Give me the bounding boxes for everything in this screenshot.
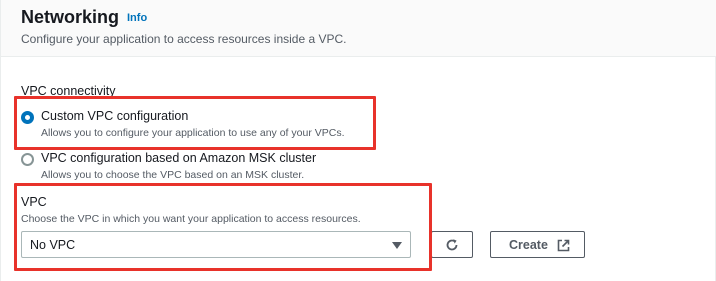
external-link-icon xyxy=(557,239,570,252)
refresh-button[interactable] xyxy=(431,231,473,258)
networking-panel: Networking Info Configure your applicati… xyxy=(0,0,716,281)
radio-description: Allows you to choose the VPC based on an… xyxy=(41,169,305,181)
create-button-label: Create xyxy=(509,238,548,252)
highlight-box-radio xyxy=(14,96,376,150)
panel-header: Networking Info Configure your applicati… xyxy=(1,0,716,57)
refresh-icon xyxy=(446,239,458,251)
radio-button[interactable] xyxy=(21,153,34,166)
radio-label[interactable]: VPC configuration based on Amazon MSK cl… xyxy=(41,151,316,165)
panel-title: Networking xyxy=(21,7,120,27)
highlight-box-vpc-field xyxy=(14,183,432,271)
panel-description: Configure your application to access res… xyxy=(21,32,347,46)
create-button[interactable]: Create xyxy=(490,231,585,258)
info-link[interactable]: Info xyxy=(127,12,147,24)
